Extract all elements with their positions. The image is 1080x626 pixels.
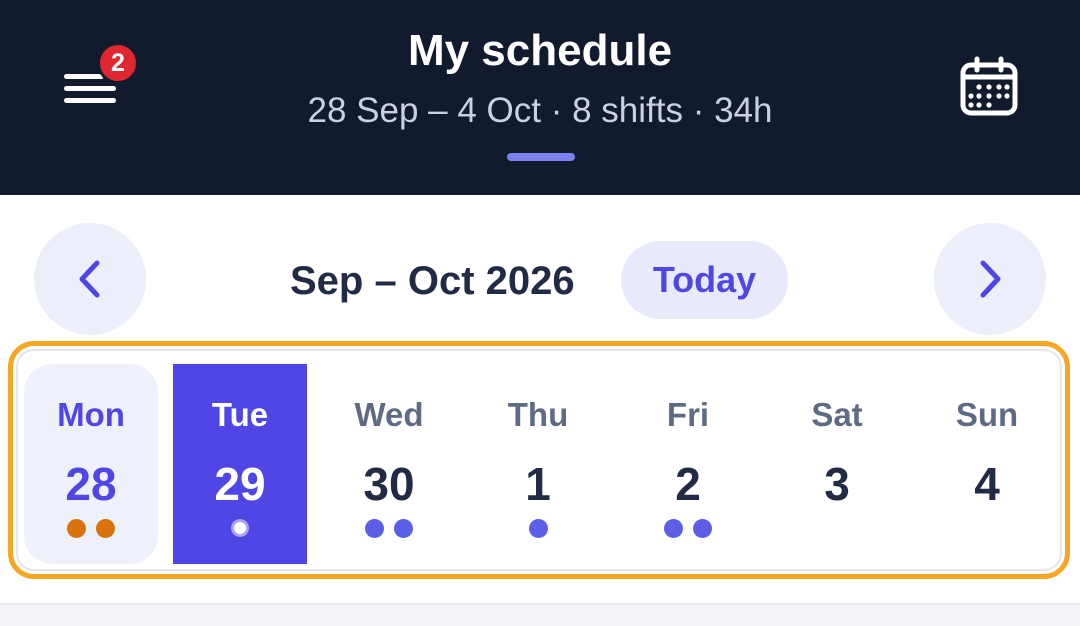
previous-week-button[interactable] bbox=[34, 223, 146, 335]
day-number: 29 bbox=[214, 458, 266, 510]
shift-dots bbox=[471, 519, 605, 538]
shift-dots bbox=[24, 519, 158, 538]
shift-dot bbox=[67, 519, 86, 538]
day-cell-tue[interactable]: Tue 29 bbox=[173, 364, 307, 564]
shift-dot bbox=[394, 519, 413, 538]
today-button[interactable]: Today bbox=[621, 241, 788, 319]
day-name: Mon bbox=[57, 396, 125, 433]
day-cell-thu[interactable]: Thu 1 bbox=[471, 364, 605, 564]
shift-dot bbox=[96, 519, 115, 538]
shift-dots bbox=[173, 519, 307, 537]
chevron-right-icon bbox=[980, 260, 1001, 298]
day-cell-fri[interactable]: Fri 2 bbox=[621, 364, 755, 564]
day-name: Sun bbox=[955, 396, 1019, 433]
shift-dots bbox=[621, 519, 755, 538]
chevron-left-icon bbox=[79, 260, 100, 298]
day-cell-mon[interactable]: Mon 28 bbox=[24, 364, 158, 564]
day-name: Thu bbox=[507, 396, 569, 433]
day-number: 1 bbox=[525, 458, 551, 510]
day-name: Sat bbox=[811, 396, 863, 433]
shift-dot bbox=[693, 519, 712, 538]
day-name: Fri bbox=[666, 396, 710, 433]
day-name: Tue bbox=[211, 396, 269, 433]
day-number: 30 bbox=[363, 458, 415, 510]
top-app-bar: 2 My schedule 28 Sep – 4 Oct · 8 shifts … bbox=[0, 0, 1080, 195]
day-cell-wed[interactable]: Wed 30 bbox=[322, 364, 456, 564]
day-number: 28 bbox=[65, 458, 117, 510]
shift-dot bbox=[231, 519, 249, 537]
day-cell-sat[interactable]: Sat 3 bbox=[770, 364, 904, 564]
calendar-icon bbox=[960, 56, 1018, 116]
day-number: 2 bbox=[675, 458, 701, 510]
page-subtitle: 28 Sep – 4 Oct · 8 shifts · 34h bbox=[307, 91, 773, 130]
next-week-button[interactable] bbox=[934, 223, 1046, 335]
content-divider bbox=[0, 603, 1080, 626]
shift-dots bbox=[322, 519, 456, 538]
month-label: Sep – Oct 2026 bbox=[290, 259, 575, 303]
day-cell-sun[interactable]: Sun 4 bbox=[920, 364, 1054, 564]
shift-dot bbox=[365, 519, 384, 538]
day-name: Wed bbox=[354, 396, 424, 433]
page-title: My schedule bbox=[407, 26, 673, 75]
tab-indicator bbox=[507, 153, 575, 161]
day-number: 3 bbox=[824, 458, 850, 510]
shift-dot bbox=[664, 519, 683, 538]
day-number: 4 bbox=[974, 458, 1000, 510]
calendar-button[interactable] bbox=[955, 56, 1023, 122]
shift-dot bbox=[528, 519, 548, 538]
